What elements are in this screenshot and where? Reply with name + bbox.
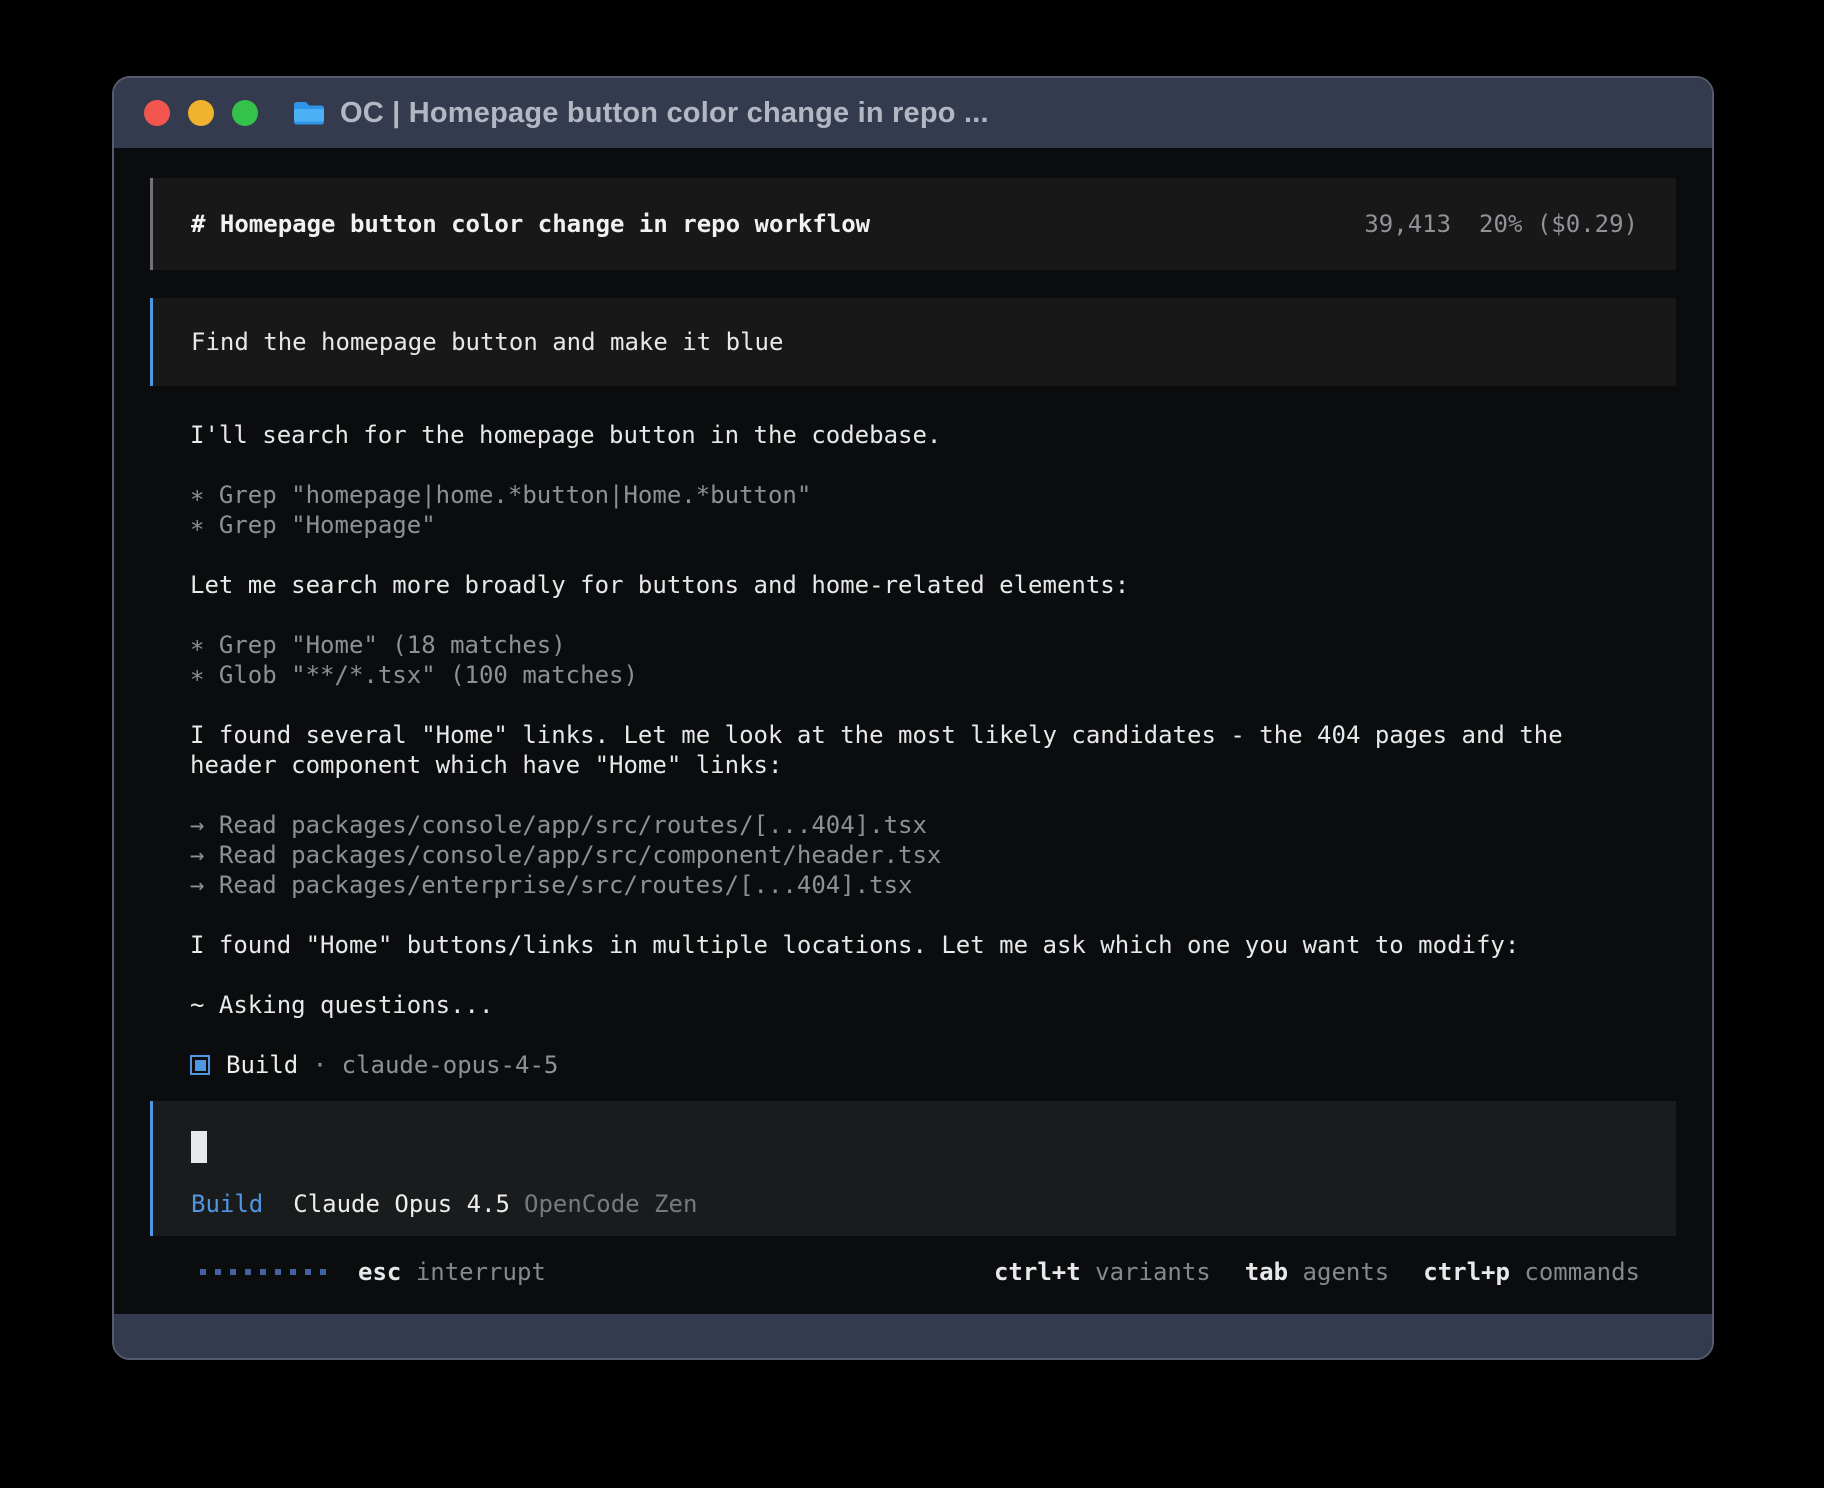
spinner-dots-icon [200,1269,326,1275]
hint-interrupt: esc interrupt [358,1258,546,1286]
folder-icon [292,99,326,127]
status-right: ctrl+t variants tab agents ctrl+p comman… [994,1258,1640,1286]
blank-line [190,900,1676,930]
hint-commands: ctrl+p commands [1423,1258,1640,1286]
tool-call-line: ∗ Glob "**/*.tsx" (100 matches) [190,660,1676,690]
session-title: # Homepage button color change in repo w… [191,210,870,238]
hint-label-text: commands [1524,1258,1640,1286]
spinner-dot [200,1269,206,1275]
assistant-text-line: header component which have "Home" links… [190,750,1676,780]
tool-call-line: ∗ Grep "Home" (18 matches) [190,630,1676,660]
prompt-input[interactable]: Build Claude Opus 4.5 OpenCode Zen [150,1101,1676,1236]
assistant-text-line: I found several "Home" links. Let me loo… [190,720,1676,750]
agent-status-line: Build · claude-opus-4-5 [190,1050,1676,1080]
tool-call-line: ∗ Grep "homepage|home.*button|Home.*butt… [190,480,1676,510]
active-model-label: Claude Opus 4.5 [293,1190,510,1218]
spinner-dot [230,1269,236,1275]
blank-line [190,600,1676,630]
status-left: esc interrupt [200,1258,546,1286]
hint-label-text: agents [1303,1258,1390,1286]
user-message-text: Find the homepage button and make it blu… [191,328,783,356]
spinner-dot [215,1269,221,1275]
traffic-lights [144,100,258,126]
blank-line [190,450,1676,480]
blank-line [190,780,1676,810]
spinner-dot [260,1269,266,1275]
session-header: # Homepage button color change in repo w… [150,178,1676,270]
tool-call-line: ∗ Grep "Homepage" [190,510,1676,540]
status-bar: esc interrupt ctrl+t variants tab agents… [150,1236,1676,1314]
agent-name: Build [226,1050,298,1080]
close-button[interactable] [144,100,170,126]
hint-key: esc [358,1258,401,1286]
assistant-text-line: I'll search for the homepage button in t… [190,420,1676,450]
hint-key: tab [1245,1258,1288,1286]
blank-line [190,540,1676,570]
agent-model: · claude-opus-4-5 [298,1050,558,1080]
spinner-dot [275,1269,281,1275]
terminal-content: # Homepage button color change in repo w… [114,148,1712,1314]
hint-label-text: variants [1095,1258,1211,1286]
active-agent-label: Build [191,1190,263,1218]
model-row: Build Claude Opus 4.5 OpenCode Zen [191,1190,1638,1218]
blank-line [190,960,1676,990]
window-bottom-bar [114,1314,1712,1358]
title-bar: OC | Homepage button color change in rep… [114,78,1712,148]
tool-call-line: → Read packages/console/app/src/componen… [190,840,1676,870]
minimize-button[interactable] [188,100,214,126]
context-cost: 20% ($0.29) [1479,210,1638,238]
spinner-dot [245,1269,251,1275]
spinner-dot [290,1269,296,1275]
spinner-dot [305,1269,311,1275]
session-stats: 39,413 20% ($0.29) [1364,210,1638,238]
hint-label [401,1258,415,1286]
text-cursor [191,1131,207,1163]
blank-line [190,1020,1676,1050]
assistant-text-line: I found "Home" buttons/links in multiple… [190,930,1676,960]
token-count: 39,413 [1364,210,1451,238]
hint-label-text: interrupt [416,1258,546,1286]
zoom-button[interactable] [232,100,258,126]
flex-spacer [150,1080,1676,1101]
user-message: Find the homepage button and make it blu… [150,298,1676,386]
hint-key: ctrl+p [1423,1258,1510,1286]
spinner-dot [320,1269,326,1275]
hint-variants: ctrl+t variants [994,1258,1211,1286]
window-title: OC | Homepage button color change in rep… [340,97,989,130]
agent-build-icon [190,1055,210,1075]
terminal-window: OC | Homepage button color change in rep… [112,76,1714,1360]
model-provider-label: OpenCode Zen [524,1190,697,1218]
assistant-transcript: I'll search for the homepage button in t… [150,420,1676,1080]
assistant-text-line: ~ Asking questions... [190,990,1676,1020]
hint-key: ctrl+t [994,1258,1081,1286]
tool-call-line: → Read packages/enterprise/src/routes/[.… [190,870,1676,900]
assistant-text-line: Let me search more broadly for buttons a… [190,570,1676,600]
hint-agents: tab agents [1245,1258,1390,1286]
blank-line [190,690,1676,720]
tool-call-line: → Read packages/console/app/src/routes/[… [190,810,1676,840]
